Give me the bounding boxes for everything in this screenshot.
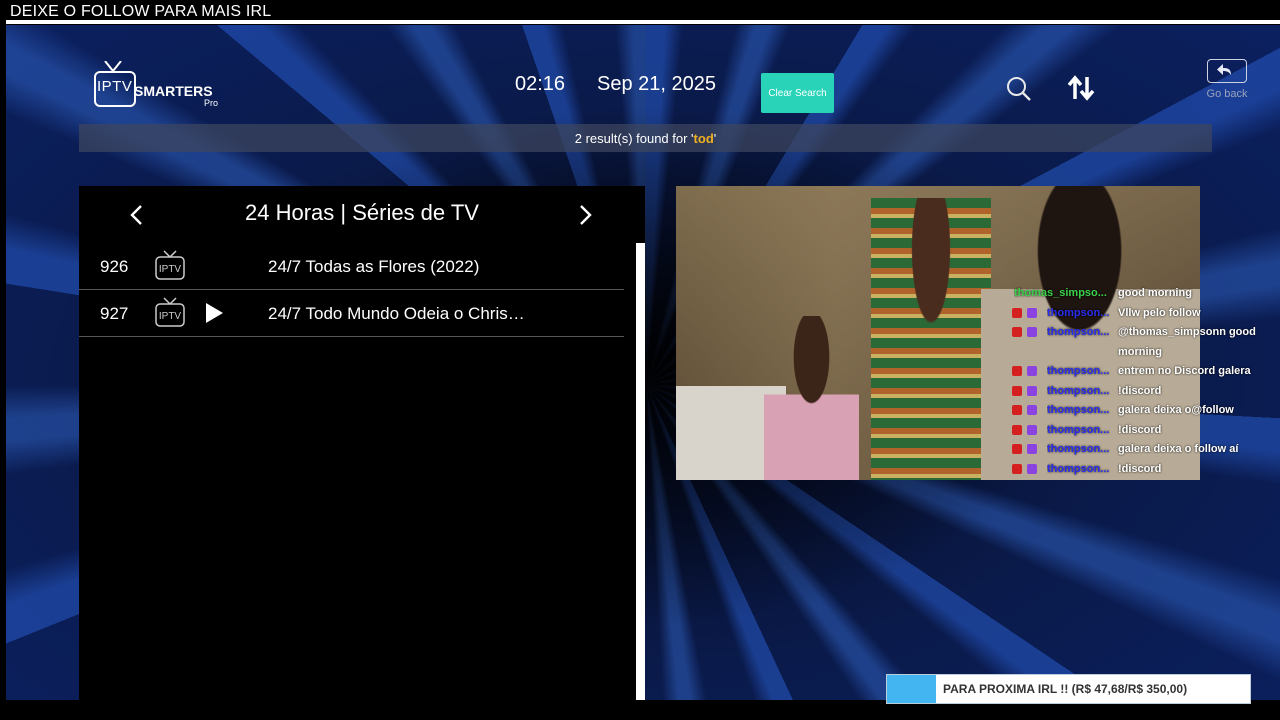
chat-message: thompson... galera deixa o@follow [1006, 401, 1276, 421]
chat-text: galera deixa o@follow [1118, 404, 1234, 416]
chat-message: thompson... !discord [1006, 382, 1276, 402]
donation-goal-fill [887, 675, 937, 703]
sort-icon[interactable] [1066, 73, 1096, 103]
chat-message: thompson... @thomas_simpsonn good [1006, 323, 1276, 343]
category-title: 24 Horas | Séries de TV [245, 200, 479, 225]
channel-list-panel: 24 Horas | Séries de TV 926 IPTV 24/7 To… [79, 186, 645, 700]
subscriber-badge-icon [1027, 405, 1037, 415]
results-suffix: ' [713, 130, 717, 146]
chat-text: Vllw pelo follow [1118, 306, 1201, 319]
channel-row[interactable]: 926 IPTV 24/7 Todas as Flores (2022) [79, 243, 624, 290]
clock: 02:16 [515, 73, 566, 95]
chat-username: thompson... [1047, 384, 1110, 397]
subscriber-badge-icon [1027, 327, 1037, 337]
results-query: tod [693, 130, 714, 146]
broadcaster-badge-icon [1012, 405, 1022, 415]
results-prefix: 2 result(s) found for ' [574, 130, 694, 146]
chat-message: thompson... entrem no Discord galera [1006, 362, 1276, 382]
list-scrollbar[interactable] [636, 243, 645, 700]
search-results-bar: 2 result(s) found for ' tod ' [79, 124, 1212, 152]
svg-text:IPTV: IPTV [159, 264, 182, 275]
chat-username: thompson... [1047, 365, 1110, 377]
broadcaster-badge-icon [1012, 307, 1022, 318]
back-arrow-icon [1217, 64, 1231, 75]
channel-row[interactable]: 927 IPTV 24/7 Todo Mundo Odeia o Chris… [79, 290, 624, 337]
chat-message: thompson... !discord [1006, 460, 1276, 480]
stream-banner: DEIXE O FOLLOW PARA MAIS IRL [0, 0, 1280, 24]
broadcaster-badge-icon [1012, 424, 1022, 435]
channel-number: 927 [100, 304, 129, 323]
video-scene-boy [871, 198, 991, 480]
subscriber-badge-icon [1027, 424, 1037, 435]
donation-goal-label: PARA PROXIMA IRL !! (R$ 47,68/R$ 350,00) [943, 682, 1188, 696]
chat-text: !discord [1118, 423, 1162, 436]
channel-title: 24/7 Todas as Flores (2022) [268, 257, 480, 276]
play-icon[interactable] [203, 302, 225, 324]
channel-title: 24/7 Todo Mundo Odeia o Chris… [268, 304, 525, 323]
chat-text: @thomas_simpsonn good [1118, 326, 1256, 338]
channel-logo-icon: IPTV [155, 250, 185, 280]
logo-pro-text: Pro [204, 98, 219, 108]
antenna-icon [104, 61, 122, 72]
app-logo: IPTV SMARTERS Pro [94, 61, 234, 115]
chat-username: thompson... [1047, 423, 1110, 436]
chat-text: morning [1118, 345, 1162, 358]
chat-text: !discord [1118, 462, 1162, 475]
broadcaster-badge-icon [1012, 385, 1022, 396]
chat-message: thompson... galera deixa o follow aí [1006, 440, 1276, 460]
chat-text: galera deixa o follow aí [1118, 443, 1239, 455]
chat-text: entrem no Discord galera [1118, 365, 1251, 377]
subscriber-badge-icon [1027, 385, 1037, 396]
channel-logo-icon: IPTV [155, 297, 185, 327]
logo-iptv-text: IPTV [97, 78, 133, 95]
chat-message: thompson... Vllw pelo follow [1006, 304, 1276, 324]
broadcaster-badge-icon [1012, 327, 1022, 337]
date: Sep 21, 2025 [597, 73, 716, 95]
stream-chat-overlay: thomas_simpso... good morning thompson..… [1006, 284, 1276, 479]
chat-message: thompson... !discord [1006, 421, 1276, 441]
chat-username: thompson... [1047, 306, 1110, 319]
category-header: 24 Horas | Séries de TV [79, 186, 645, 242]
chat-username: thomas_simpso... [1014, 287, 1107, 299]
channel-number: 926 [100, 257, 129, 276]
go-back-button[interactable]: Go back [1202, 59, 1252, 103]
banner-divider [6, 20, 1280, 24]
chat-username: thompson... [1047, 462, 1110, 475]
chat-text: !discord [1118, 384, 1162, 397]
broadcaster-badge-icon [1012, 444, 1022, 454]
chat-message: thomas_simpso... good morning [1006, 284, 1276, 304]
donation-goal-bar: PARA PROXIMA IRL !! (R$ 47,68/R$ 350,00) [886, 674, 1251, 704]
subscriber-badge-icon [1027, 444, 1037, 454]
logo-smarters-text: SMARTERS [134, 83, 213, 99]
chat-username: thompson... [1047, 404, 1110, 416]
subscriber-badge-icon [1027, 366, 1037, 376]
subscriber-badge-icon [1027, 307, 1037, 318]
chevron-right-icon[interactable] [579, 204, 593, 226]
video-scene-girl [764, 316, 859, 480]
svg-text:IPTV: IPTV [159, 311, 182, 322]
search-icon[interactable] [1006, 76, 1032, 102]
broadcaster-badge-icon [1012, 463, 1022, 474]
back-box [1207, 59, 1247, 83]
broadcaster-badge-icon [1012, 366, 1022, 376]
go-back-label: Go back [1206, 88, 1248, 100]
clear-search-button[interactable]: Clear Search [761, 73, 834, 113]
chat-username: thompson... [1047, 443, 1110, 455]
chat-message: morning [1006, 343, 1276, 363]
chat-username: thompson... [1047, 326, 1110, 338]
chat-text: good morning [1118, 287, 1192, 299]
stream-banner-text: DEIXE O FOLLOW PARA MAIS IRL [10, 3, 272, 20]
subscriber-badge-icon [1027, 463, 1037, 474]
